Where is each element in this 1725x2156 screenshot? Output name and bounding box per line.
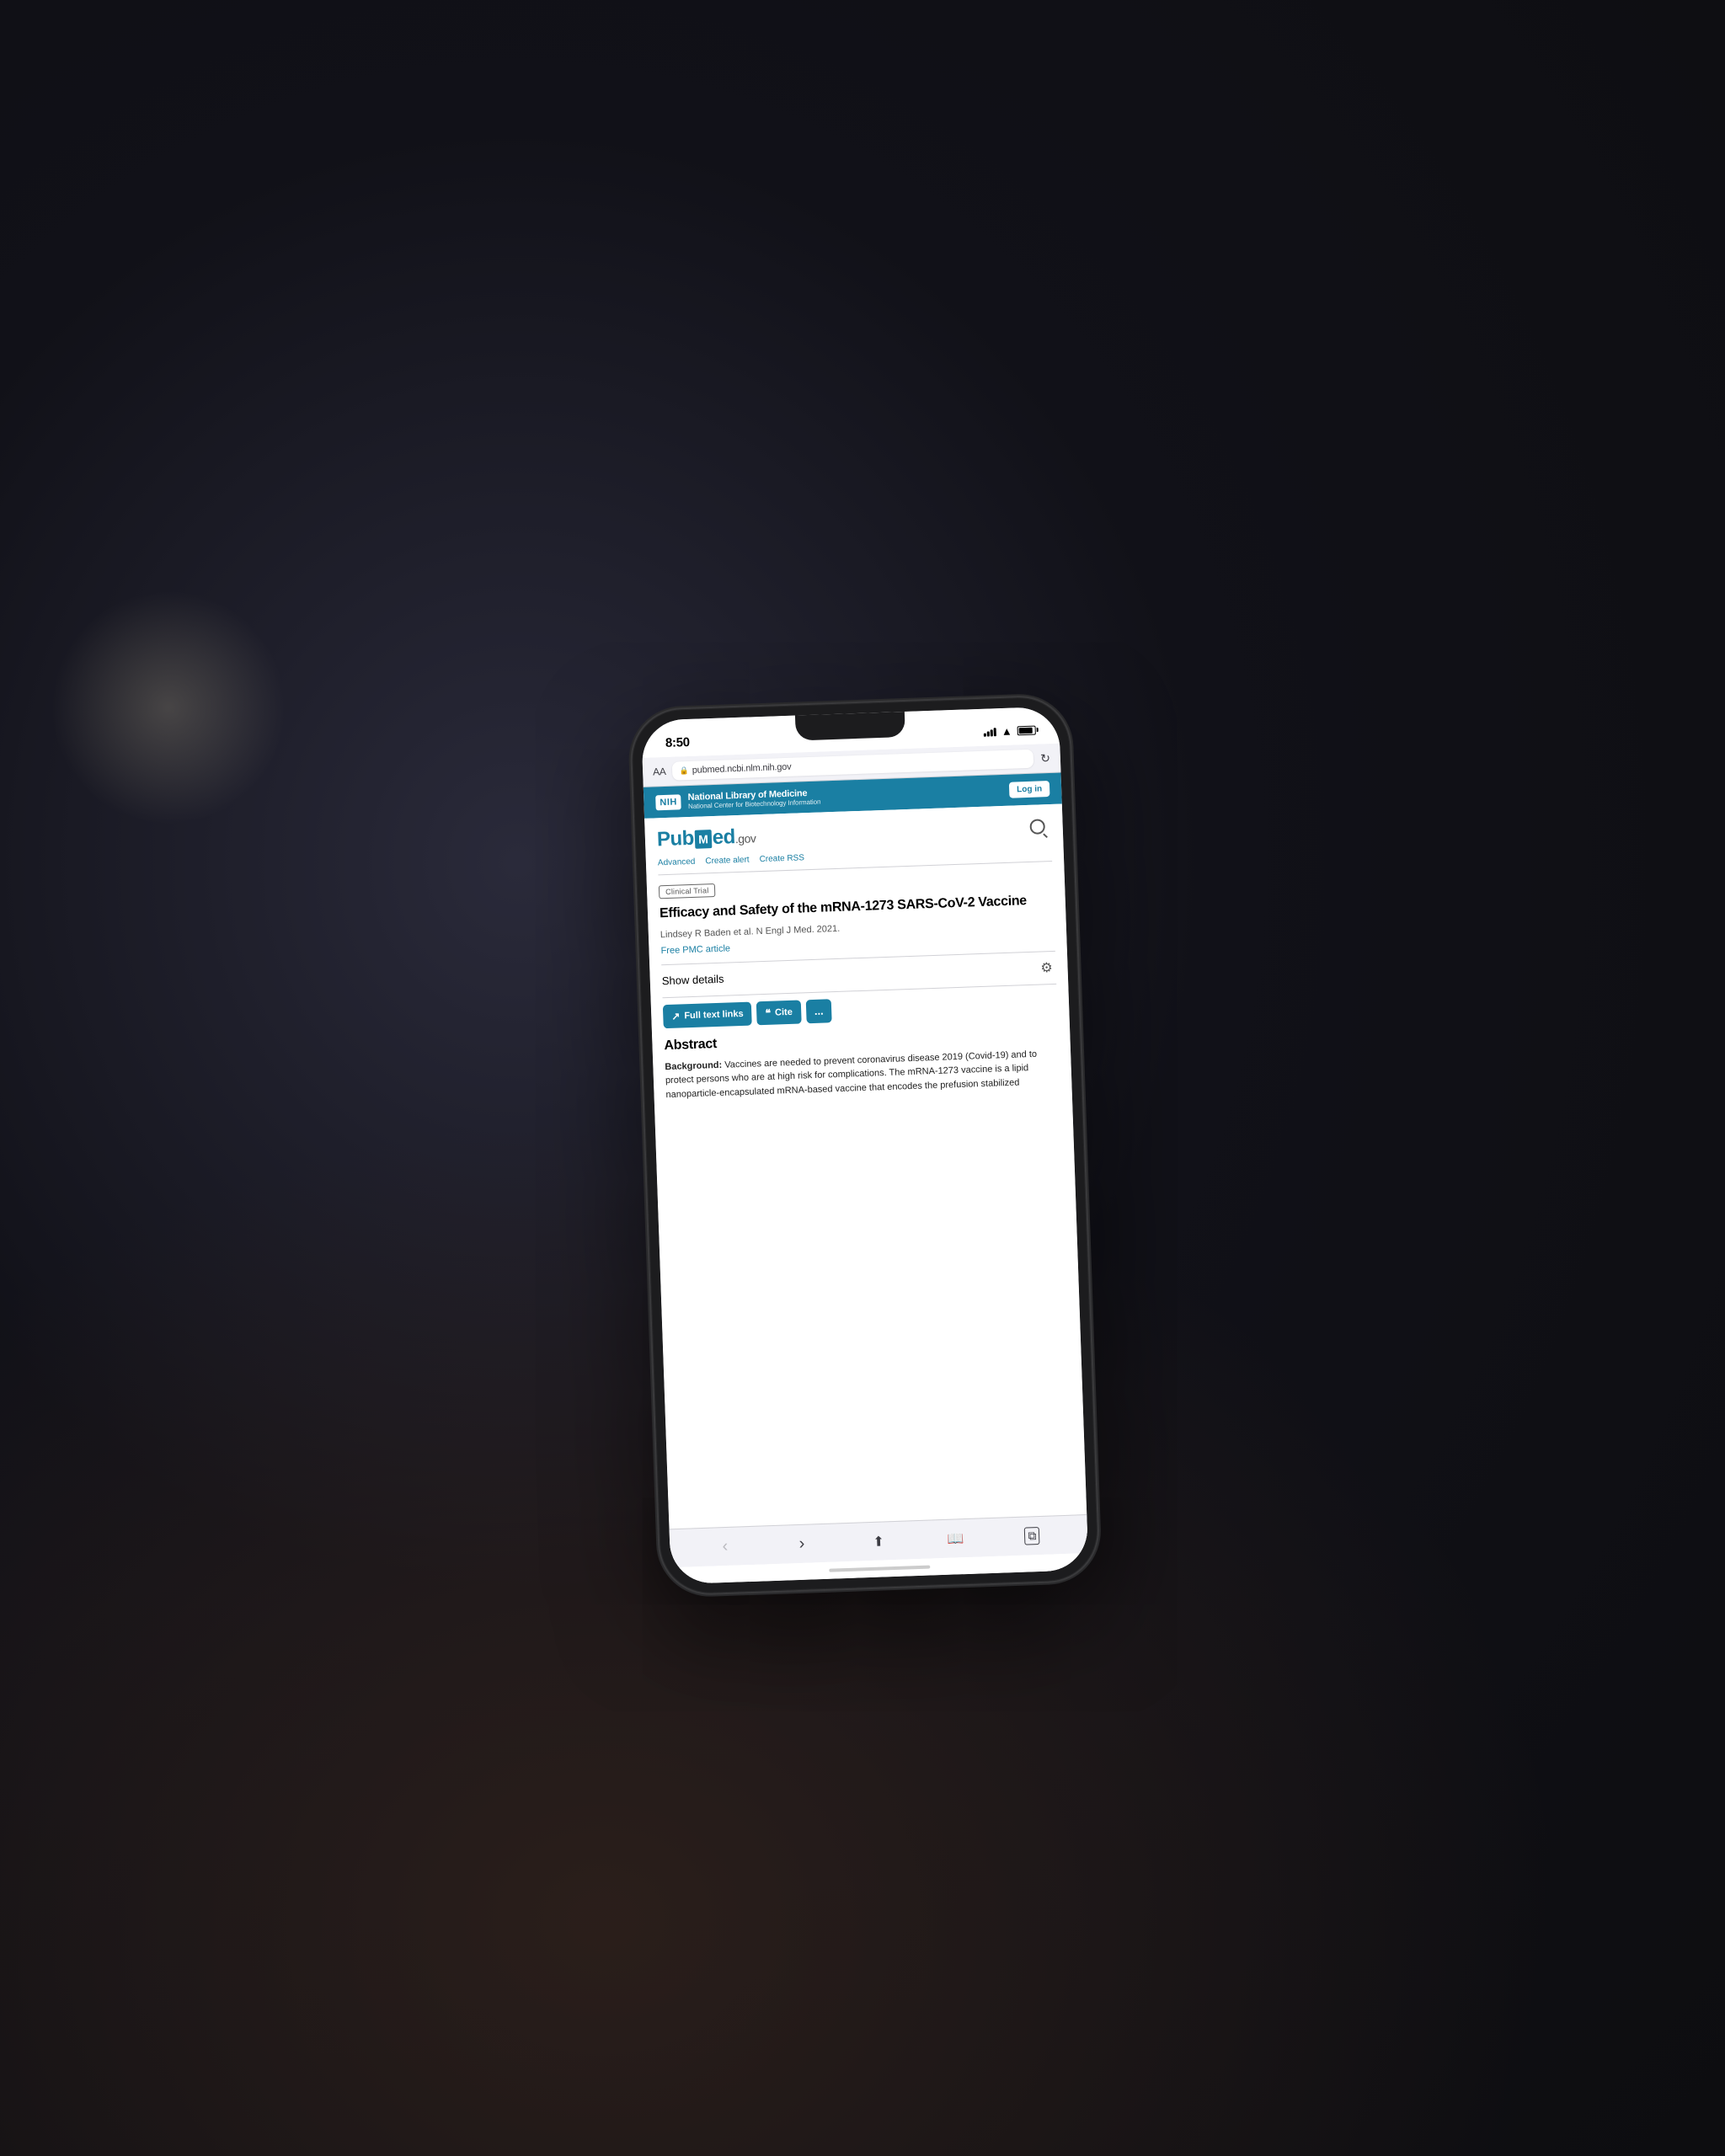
cite-button[interactable]: ❝ Cite (756, 1000, 801, 1025)
pubmed-create-alert-link[interactable]: Create alert (705, 856, 750, 867)
pubmed-create-rss-link[interactable]: Create RSS (759, 853, 804, 864)
show-details-row: Show details ⚙ (661, 951, 1056, 998)
share-button[interactable]: ⬆ (868, 1530, 890, 1553)
signal-bar-4 (994, 728, 996, 736)
phone-wrapper: 8:50 ▲ AA 🔒 (631, 696, 1099, 1595)
action-buttons: ↗ Full text links ❝ Cite ... (663, 991, 1058, 1028)
bookmarks-icon: 📖 (947, 1530, 964, 1548)
article-authors: Lindsey R Baden et al. (660, 927, 754, 941)
background-light (51, 590, 286, 825)
nih-login-button[interactable]: Log in (1009, 781, 1050, 798)
tabs-icon: ⧉ (1024, 1527, 1040, 1545)
pubmed-advanced-link[interactable]: Advanced (658, 857, 696, 868)
search-icon-button[interactable] (1023, 813, 1051, 841)
status-time: 8:50 (665, 734, 690, 750)
battery-icon (1017, 725, 1036, 735)
home-bar (829, 1566, 930, 1572)
phone-notch (795, 712, 905, 741)
pubmed-gov: .gov (735, 831, 756, 846)
tabs-button[interactable]: ⧉ (1021, 1524, 1044, 1547)
page-content: PubMed.gov Advanced Create alert Create … (644, 804, 1088, 1585)
forward-button[interactable]: › (791, 1533, 814, 1556)
clinical-trial-badge: Clinical Trial (659, 883, 716, 898)
wifi-icon: ▲ (1001, 724, 1012, 737)
pubmed-pub: Pub (656, 827, 694, 852)
cite-label: Cite (775, 1007, 793, 1018)
show-details-text[interactable]: Show details (662, 973, 724, 988)
more-options-button[interactable]: ... (805, 999, 832, 1023)
abstract-bold-label: Background: (665, 1060, 722, 1072)
search-circle-icon (1029, 819, 1045, 835)
settings-gear-icon[interactable]: ⚙ (1037, 958, 1056, 978)
back-button[interactable]: ‹ (713, 1535, 736, 1558)
article-journal: N Engl J Med. 2021. (756, 924, 840, 937)
external-link-icon: ↗ (671, 1010, 681, 1022)
nih-text-block: National Library of Medicine National Ce… (687, 788, 820, 810)
signal-bar-3 (991, 729, 993, 736)
back-icon: ‹ (722, 1537, 728, 1556)
share-icon: ⬆ (873, 1533, 884, 1550)
quote-icon: ❝ (765, 1006, 771, 1018)
pubmed-ed: ed (712, 825, 735, 850)
article-content: Clinical Trial Efficacy and Safety of th… (646, 861, 1087, 1529)
full-text-label: Full text links (684, 1009, 744, 1021)
full-text-links-button[interactable]: ↗ Full text links (663, 1001, 752, 1028)
signal-bars-icon (984, 726, 996, 737)
lock-icon: 🔒 (679, 766, 689, 775)
nih-logo: NIH (655, 794, 681, 810)
status-icons: ▲ (984, 723, 1036, 738)
bookmarks-button[interactable]: 📖 (944, 1528, 967, 1550)
phone-screen: 8:50 ▲ AA 🔒 (641, 707, 1089, 1585)
forward-icon: › (798, 1534, 804, 1554)
signal-bar-2 (987, 731, 990, 736)
nih-header-left: NIH National Library of Medicine Nationa… (655, 788, 820, 812)
browser-aa-button[interactable]: AA (653, 766, 666, 778)
abstract-text: Background: Vaccines are needed to preve… (665, 1047, 1060, 1102)
browser-refresh-button[interactable]: ↻ (1040, 750, 1050, 765)
battery-fill (1019, 727, 1033, 734)
pubmed-bracket: M (694, 830, 712, 849)
browser-url-text: pubmed.ncbi.nlm.nih.gov (692, 762, 792, 776)
signal-bar-1 (984, 734, 986, 737)
pubmed-logo: PubMed.gov (656, 825, 756, 851)
abstract-body: Vaccines are needed to prevent coronavir… (665, 1049, 1037, 1099)
phone-body: 8:50 ▲ AA 🔒 (631, 696, 1099, 1595)
